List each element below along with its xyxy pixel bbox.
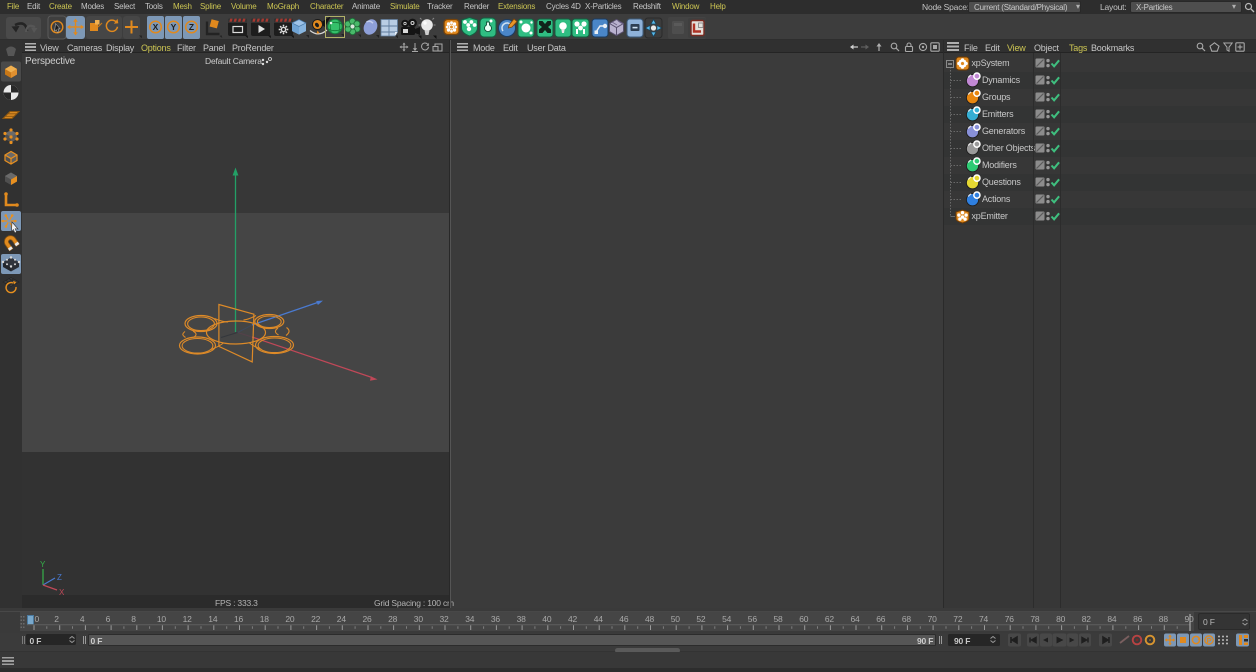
svg-text:P: P: [1206, 636, 1211, 645]
svg-text:Z: Z: [189, 22, 194, 32]
svg-text:Y: Y: [40, 560, 46, 569]
svg-text:Y: Y: [171, 22, 177, 32]
svg-text:X: X: [153, 22, 159, 32]
svg-text:X: X: [59, 588, 65, 597]
svg-text:Z: Z: [57, 573, 62, 582]
